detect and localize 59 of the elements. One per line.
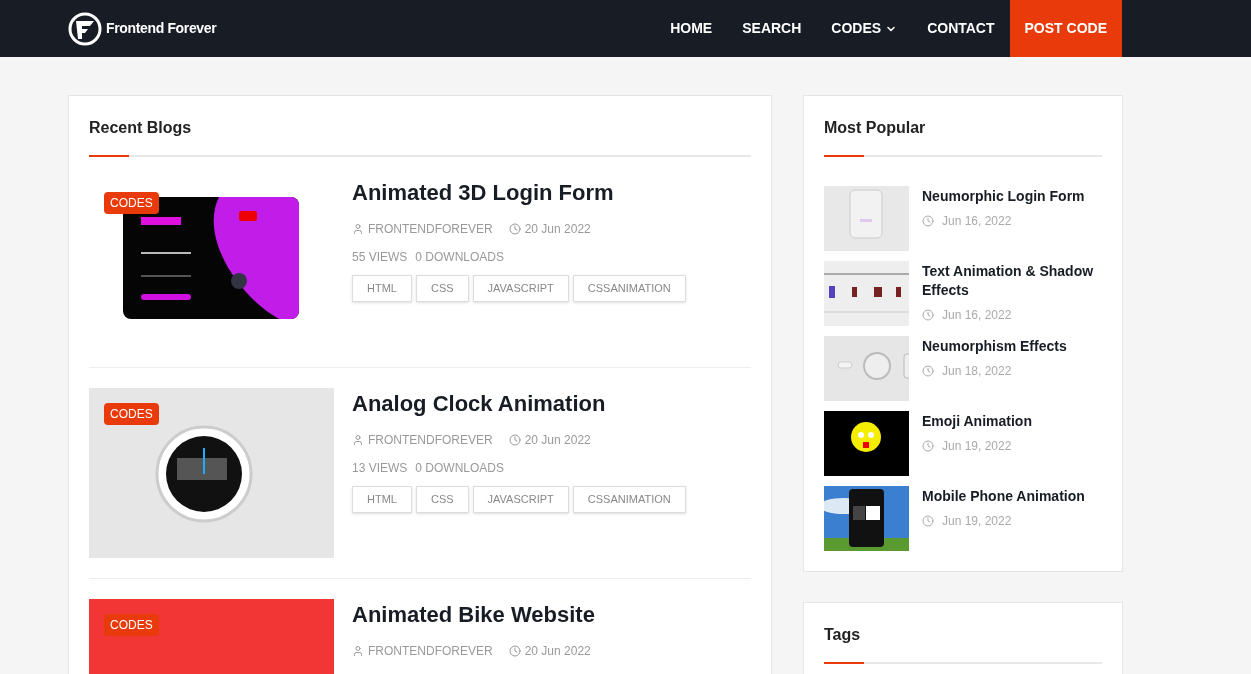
title-underline (89, 155, 129, 157)
view-count: 55 VIEWS (352, 249, 408, 266)
post-date: 20 Jun 2022 (524, 643, 591, 660)
tag-chip[interactable]: CSS (415, 486, 469, 513)
post-code-button[interactable]: POST CODE (1009, 0, 1122, 57)
post-date: 20 Jun 2022 (524, 432, 591, 449)
download-count: 0 DOWNLOADS (415, 249, 505, 266)
category-badge: CODES (104, 614, 159, 636)
clock-icon (922, 365, 934, 377)
popular-post-date: Jun 18, 2022 (942, 363, 1012, 380)
tag-chip[interactable]: HTML (352, 486, 412, 513)
nav-dropdown[interactable]: CODES (816, 0, 913, 57)
clock-icon (922, 309, 934, 321)
nav-link[interactable]: SEARCH (727, 0, 817, 57)
tag-chip[interactable]: JAVASCRIPT (472, 275, 569, 302)
popular-post-date: Jun 16, 2022 (942, 307, 1012, 324)
post-title[interactable]: Analog Clock Animation (352, 389, 686, 419)
clock-icon (922, 440, 934, 452)
popular-post-date: Jun 19, 2022 (942, 438, 1012, 455)
title-underline (824, 662, 864, 664)
download-count: 0 DOWNLOADS (415, 460, 505, 477)
clock-icon (508, 645, 521, 657)
section-title: Tags (824, 625, 862, 645)
popular-post-title[interactable]: Emoji Animation (922, 412, 1032, 431)
site-logo[interactable]: Frontend Forever (68, 11, 217, 46)
post-author: FRONTENDFOREVER (368, 643, 493, 660)
section-title: Recent Blogs (89, 118, 193, 138)
tag-chip[interactable]: JAVASCRIPT (472, 486, 569, 513)
popular-post-date: Jun 19, 2022 (942, 513, 1012, 530)
post-title[interactable]: Animated Bike Website (352, 600, 595, 630)
tag-chip[interactable]: CSS (415, 275, 469, 302)
post-date: 20 Jun 2022 (524, 221, 591, 238)
category-badge: CODES (104, 403, 159, 425)
popular-post-title[interactable]: Text Animation & Shadow Effects (922, 262, 1102, 300)
title-underline (824, 155, 864, 157)
logo-text: Frontend Forever (106, 19, 217, 38)
user-icon (352, 645, 364, 657)
clock-icon (922, 215, 934, 227)
clock-icon (922, 515, 934, 527)
tag-chip[interactable]: CSSANIMATION (572, 275, 686, 302)
logo-icon (68, 11, 102, 46)
post-author: FRONTENDFOREVER (368, 221, 493, 238)
clock-icon (508, 434, 521, 446)
nav-link[interactable]: HOME (655, 0, 728, 57)
user-icon (352, 223, 364, 235)
section-title: Most Popular (824, 118, 927, 138)
post-author: FRONTENDFOREVER (368, 432, 493, 449)
view-count: 13 VIEWS (352, 460, 408, 477)
popular-post-title[interactable]: Mobile Phone Animation (922, 487, 1085, 506)
popular-post-title[interactable]: Neumorphism Effects (922, 337, 1067, 356)
tag-chip[interactable]: CSSANIMATION (572, 486, 686, 513)
popular-post-date: Jun 16, 2022 (942, 213, 1012, 230)
nav-link[interactable]: CONTACT (912, 0, 1010, 57)
category-badge: CODES (104, 192, 159, 214)
popular-post-title[interactable]: Neumorphic Login Form (922, 187, 1085, 206)
user-icon (352, 434, 364, 446)
tag-chip[interactable]: HTML (352, 275, 412, 302)
post-title[interactable]: Animated 3D Login Form (352, 178, 686, 208)
clock-icon (508, 223, 521, 235)
